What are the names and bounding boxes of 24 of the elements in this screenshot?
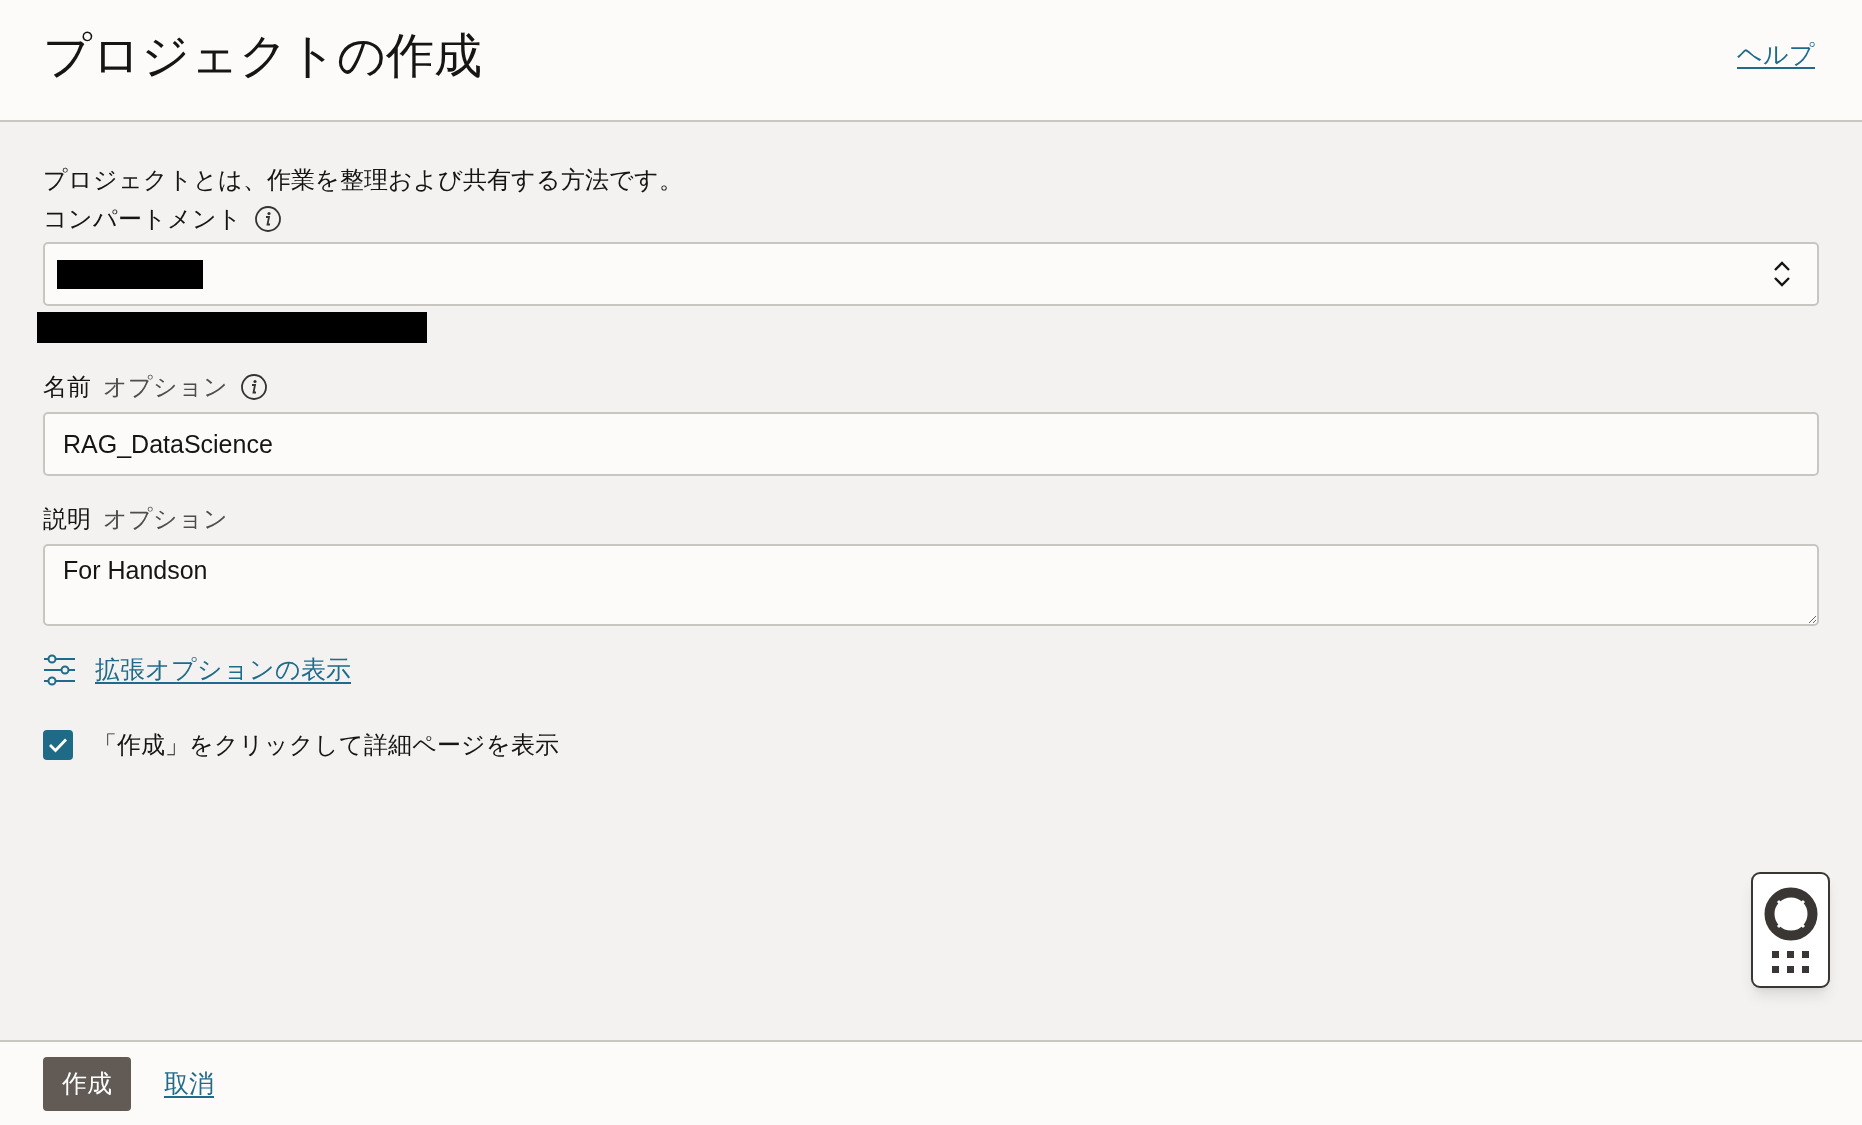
description-field[interactable]: For Handson	[43, 544, 1819, 626]
compartment-label: コンパートメント	[43, 204, 242, 234]
info-icon[interactable]	[254, 205, 282, 233]
checkbox[interactable]	[43, 730, 73, 760]
help-link[interactable]: ヘルプ	[1737, 36, 1815, 74]
name-field[interactable]: RAG_DataScience	[43, 412, 1819, 476]
optional-hint: オプション	[103, 504, 228, 534]
checkmark-icon	[48, 737, 68, 753]
advanced-options-link[interactable]: 拡張オプションの表示	[95, 651, 351, 689]
optional-hint: オプション	[103, 372, 228, 402]
name-label: 名前	[43, 372, 91, 402]
info-icon[interactable]	[240, 373, 268, 401]
chevron-up-down-icon	[1773, 260, 1791, 288]
description-label: 説明	[43, 504, 91, 534]
sliders-icon	[43, 654, 77, 686]
help-widget-button[interactable]	[1751, 872, 1830, 988]
cancel-link[interactable]: 取消	[164, 1064, 214, 1103]
grid-icon	[1771, 951, 1810, 973]
intro-text: プロジェクトとは、作業を整理および共有する方法です。	[43, 165, 683, 195]
checkbox-label: 「作成」をクリックして詳細ページを表示	[93, 730, 559, 760]
life-ring-icon	[1763, 887, 1818, 941]
page-title: プロジェクトの作成	[43, 28, 482, 84]
create-button[interactable]: 作成	[43, 1056, 131, 1111]
compartment-select[interactable]	[43, 242, 1819, 306]
